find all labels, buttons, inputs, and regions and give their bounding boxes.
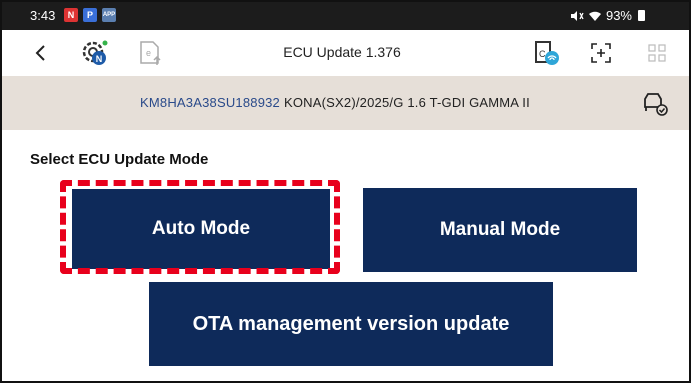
svg-text:N: N (96, 54, 103, 64)
network-settings-button[interactable]: N (78, 36, 112, 70)
status-time: 3:43 (30, 8, 56, 23)
vehicle-model: KONA(SX2)/2025/G 1.6 T-GDI GAMMA II (284, 95, 530, 110)
toolbar: N e ECU Update 1.376 C (2, 30, 689, 76)
upload-file-button[interactable]: e (134, 36, 168, 70)
battery-level: 93% (605, 8, 632, 23)
manual-mode-button[interactable]: Manual Mode (363, 188, 637, 272)
vehicle-info-bar: KM8HA3A38SU188932 KONA(SX2)/2025/G 1.6 T-… (2, 76, 689, 130)
capture-button[interactable] (584, 36, 618, 70)
back-button[interactable] (24, 36, 58, 70)
status-bar: 3:43 N P APP 93% (2, 2, 689, 30)
auto-mode-button[interactable]: Auto Mode (72, 189, 330, 269)
ota-update-button[interactable]: OTA management version update (149, 282, 553, 366)
notification-app-icon: APP (102, 8, 116, 22)
chevron-left-icon (35, 45, 45, 61)
wifi-icon (588, 11, 601, 21)
app-frame: 3:43 N P APP 93% N e ECU Update 1.376 C … (0, 0, 691, 383)
network-gear-icon: N (82, 40, 108, 65)
mute-icon (570, 10, 584, 21)
notification-n-icon: N (64, 8, 78, 22)
grid-icon (648, 44, 666, 62)
vehicle-check-icon (644, 93, 668, 116)
svg-text:e: e (146, 48, 151, 58)
notification-icons: N P APP (64, 8, 116, 22)
notification-p-icon: P (83, 8, 97, 22)
battery-icon (638, 10, 645, 21)
status-right: 93% (570, 8, 645, 23)
vehicle-info: KM8HA3A38SU188932 KONA(SX2)/2025/G 1.6 T-… (140, 95, 530, 110)
vin-number: KM8HA3A38SU188932 (140, 95, 280, 110)
grid-menu-button[interactable] (640, 36, 674, 70)
vci-wifi-button[interactable]: C (530, 36, 564, 70)
file-upload-icon: e (140, 41, 161, 65)
screen-capture-icon (591, 43, 611, 63)
section-title: Select ECU Update Mode (30, 151, 209, 168)
svg-text:C: C (539, 49, 546, 59)
vci-wifi-icon: C (535, 41, 559, 65)
page-title: ECU Update 1.376 (283, 44, 401, 60)
vehicle-status-button[interactable] (641, 89, 669, 117)
